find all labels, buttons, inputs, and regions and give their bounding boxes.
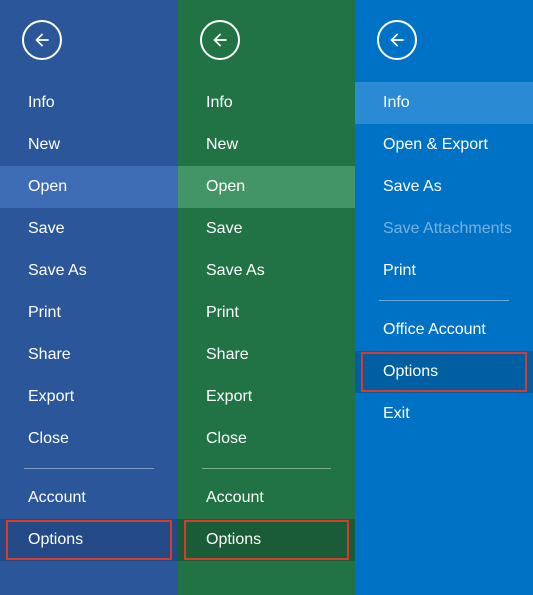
menu-item-save-as[interactable]: Save As xyxy=(0,250,178,292)
back-arrow-icon xyxy=(210,30,230,50)
menu-item-options[interactable]: Options xyxy=(178,519,355,561)
menu-item-export[interactable]: Export xyxy=(178,376,355,418)
menu-item-save[interactable]: Save xyxy=(0,208,178,250)
menu-item-save-as[interactable]: Save As xyxy=(178,250,355,292)
menu-item-options[interactable]: Options xyxy=(0,519,178,561)
back-button[interactable] xyxy=(377,20,417,60)
back-button[interactable] xyxy=(22,20,62,60)
menu-item-save-as[interactable]: Save As xyxy=(355,166,533,208)
menu-item-share[interactable]: Share xyxy=(0,334,178,376)
menu-divider xyxy=(24,468,154,469)
menu-item-new[interactable]: New xyxy=(178,124,355,166)
menu-item-exit[interactable]: Exit xyxy=(355,393,533,435)
menu-item-share[interactable]: Share xyxy=(178,334,355,376)
menu-item-print[interactable]: Print xyxy=(355,250,533,292)
menu-item-open[interactable]: Open xyxy=(178,166,355,208)
menu-item-new[interactable]: New xyxy=(0,124,178,166)
file-menu-list: Info New Open Save Save As Print Share E… xyxy=(0,82,178,561)
file-menu-panel-word: Info New Open Save Save As Print Share E… xyxy=(0,0,178,595)
back-button[interactable] xyxy=(200,20,240,60)
file-menu-list: Info Open & Export Save As Save Attachme… xyxy=(355,82,533,435)
menu-item-save-attachments: Save Attachments xyxy=(355,208,533,250)
file-menu-panel-excel: Info New Open Save Save As Print Share E… xyxy=(178,0,355,595)
menu-divider xyxy=(379,300,509,301)
menu-item-office-account[interactable]: Office Account xyxy=(355,309,533,351)
menu-item-open-export[interactable]: Open & Export xyxy=(355,124,533,166)
menu-item-account[interactable]: Account xyxy=(0,477,178,519)
file-menu-panel-outlook: Info Open & Export Save As Save Attachme… xyxy=(355,0,533,595)
menu-item-close[interactable]: Close xyxy=(0,418,178,460)
back-arrow-icon xyxy=(32,30,52,50)
menu-item-close[interactable]: Close xyxy=(178,418,355,460)
menu-divider xyxy=(202,468,331,469)
menu-item-options[interactable]: Options xyxy=(355,351,533,393)
menu-item-open[interactable]: Open xyxy=(0,166,178,208)
menu-item-info[interactable]: Info xyxy=(0,82,178,124)
menu-item-info[interactable]: Info xyxy=(355,82,533,124)
menu-item-info[interactable]: Info xyxy=(178,82,355,124)
menu-item-save[interactable]: Save xyxy=(178,208,355,250)
menu-item-print[interactable]: Print xyxy=(178,292,355,334)
menu-item-print[interactable]: Print xyxy=(0,292,178,334)
menu-item-export[interactable]: Export xyxy=(0,376,178,418)
back-arrow-icon xyxy=(387,30,407,50)
menu-item-account[interactable]: Account xyxy=(178,477,355,519)
file-menu-list: Info New Open Save Save As Print Share E… xyxy=(178,82,355,561)
